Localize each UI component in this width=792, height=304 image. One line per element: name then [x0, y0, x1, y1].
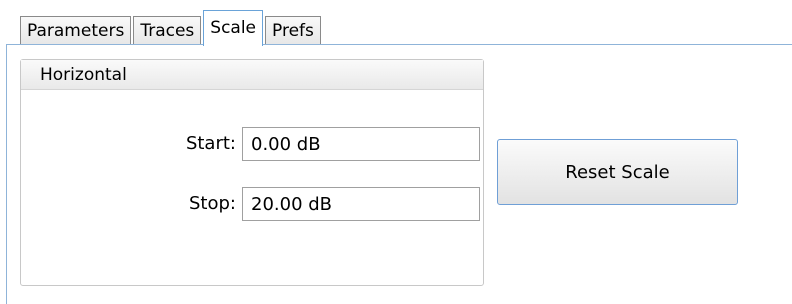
tab-strip: Parameters Traces Scale Prefs: [20, 10, 323, 46]
reset-scale-button[interactable]: Reset Scale: [497, 139, 738, 205]
tab-traces[interactable]: Traces: [133, 16, 202, 46]
horizontal-group-title: Horizontal: [21, 60, 483, 90]
stop-label: Stop:: [189, 193, 236, 214]
stop-input[interactable]: [242, 187, 480, 221]
scale-panel: Horizontal Start: Stop: Reset Scale: [6, 44, 792, 304]
horizontal-group: Horizontal Start: Stop:: [20, 59, 484, 286]
tab-parameters[interactable]: Parameters: [20, 16, 132, 46]
start-input[interactable]: [242, 127, 480, 161]
start-label: Start:: [185, 133, 236, 154]
tab-prefs[interactable]: Prefs: [265, 16, 321, 46]
tab-scale[interactable]: Scale: [203, 10, 264, 46]
